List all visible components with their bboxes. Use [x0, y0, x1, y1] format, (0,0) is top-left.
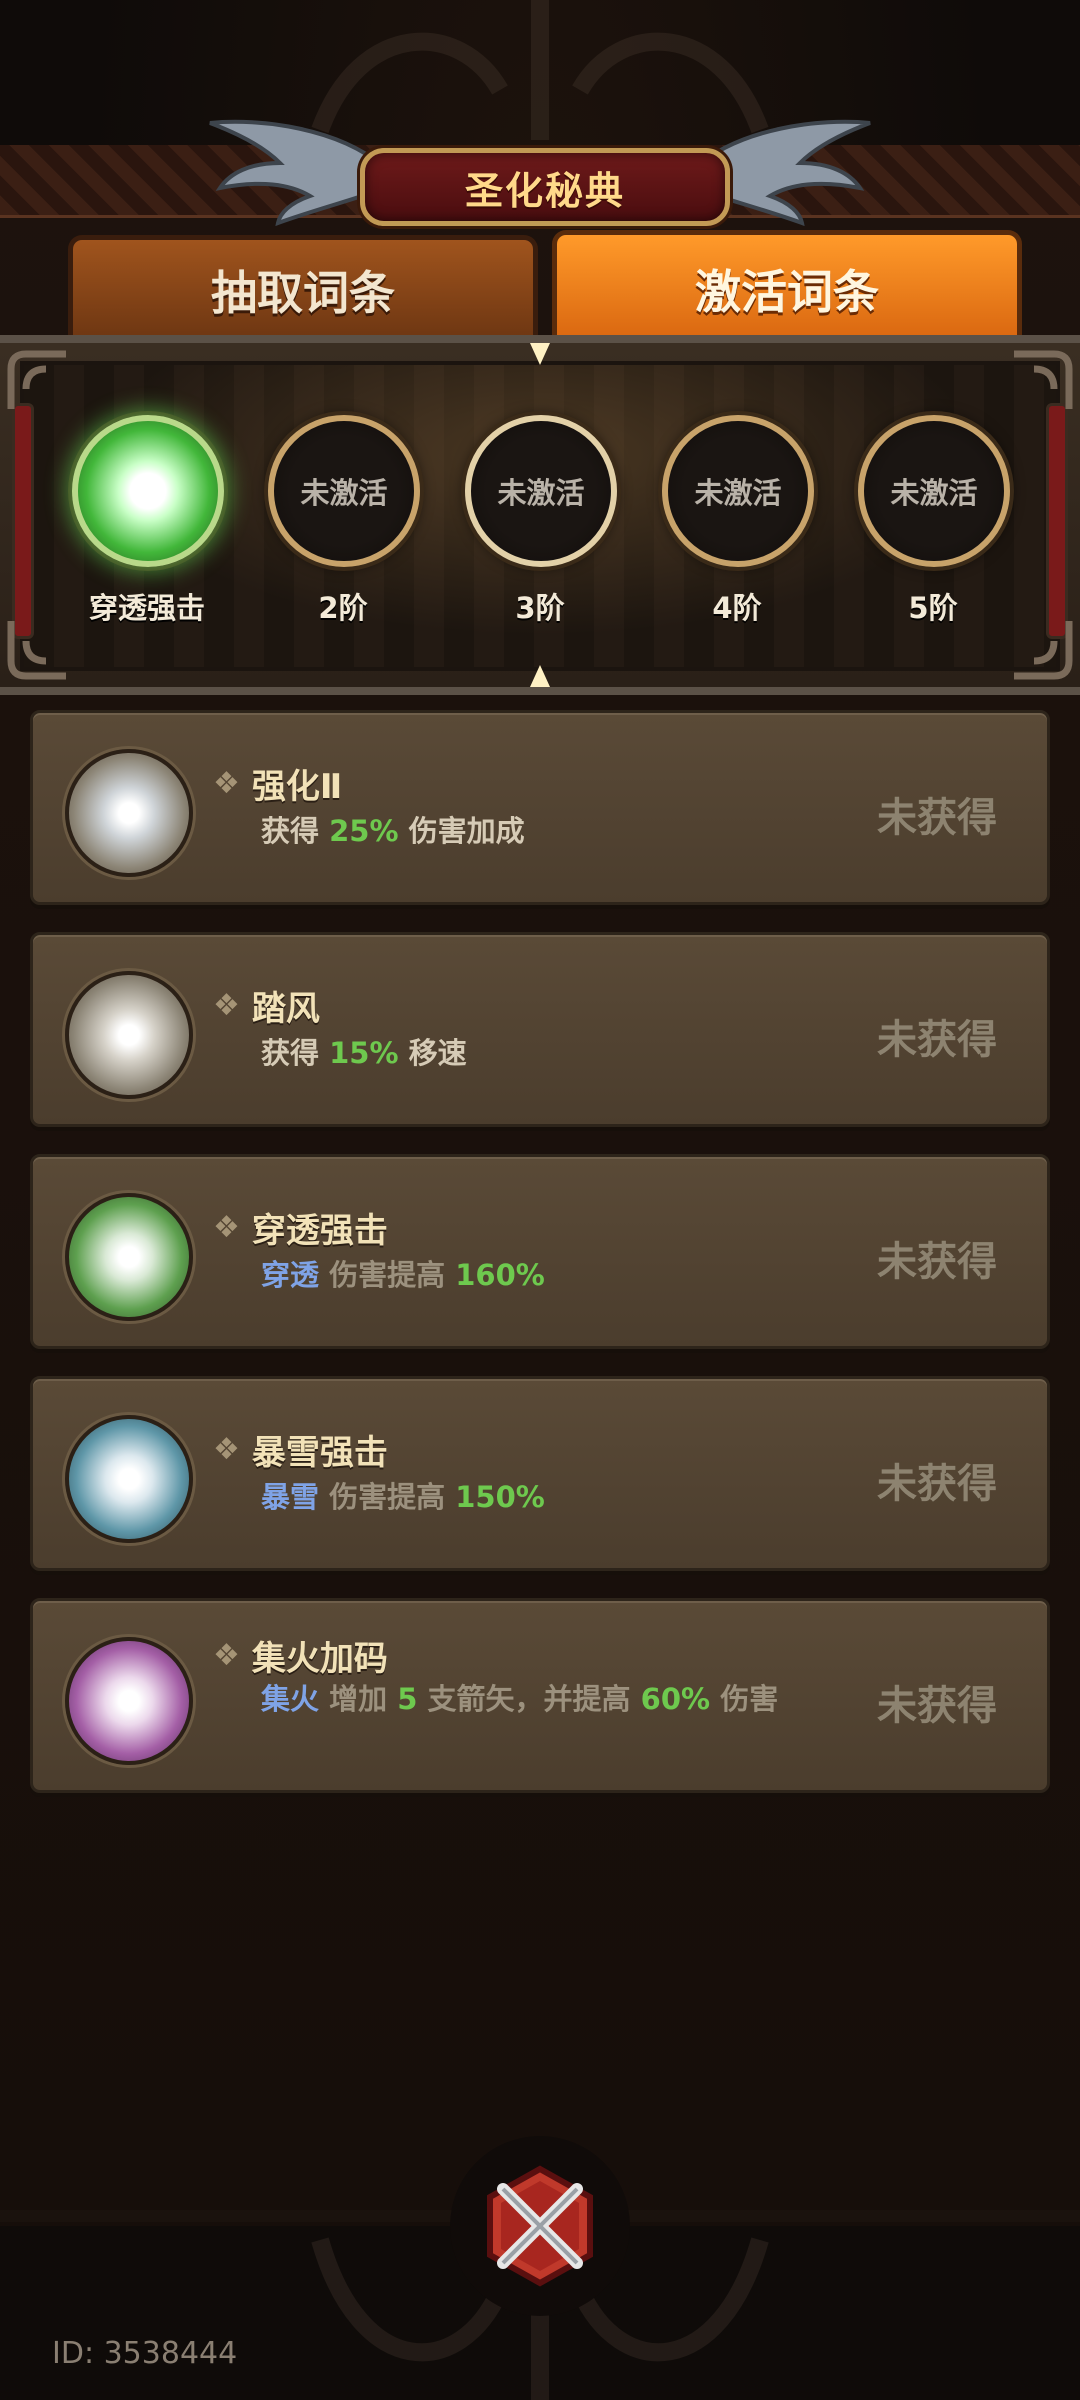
corner-ornament-icon: [1014, 621, 1073, 680]
diamond-icon: ❖: [213, 1210, 240, 1245]
diamond-icon: ❖: [213, 1638, 240, 1673]
entry-status: 未获得: [877, 1461, 997, 1507]
entry-title-row: ❖ 穿透强击: [213, 1203, 388, 1252]
green-orb-icon: [65, 1193, 193, 1321]
tier-4-medal: 未激活: [662, 415, 814, 567]
entry-card[interactable]: ❖ 穿透强击 穿透 伤害提高 160% 未获得: [30, 1154, 1050, 1349]
tier-3-medal-text: 未激活: [497, 476, 585, 510]
diamond-icon: ❖: [213, 1432, 240, 1467]
desc-text: 伤害: [720, 1682, 779, 1716]
tier-5-medal: 未激活: [858, 415, 1010, 567]
tier-4-label: 4阶: [712, 591, 762, 625]
grey-orb-icon: [65, 749, 193, 877]
tab-draw-entries-label: 抽取词条: [211, 266, 395, 320]
tier-2-label: 2阶: [318, 591, 368, 625]
entry-title-row: ❖ 强化Ⅱ: [213, 759, 342, 808]
tier-2[interactable]: 未激活 2阶: [268, 415, 420, 627]
entry-status: 未获得: [877, 1239, 997, 1285]
desc-value: 150%: [455, 1480, 545, 1514]
desc-value: 25%: [329, 814, 399, 848]
tier-3-label: 3阶: [515, 591, 565, 625]
desc-value: 60%: [640, 1682, 711, 1716]
entry-card[interactable]: ❖ 集火加码 集火 增加 5 支箭矢，并提高 60% 伤害 未获得: [30, 1598, 1050, 1793]
entry-name: 踏风: [251, 989, 320, 1029]
grey-orb-icon: [65, 971, 193, 1099]
desc-value: 160%: [455, 1258, 545, 1292]
close-button[interactable]: [450, 2136, 630, 2316]
blue-orb-icon: [65, 1415, 193, 1543]
tier-2-medal-text: 未激活: [300, 476, 388, 510]
title-banner: 圣化秘典: [200, 118, 880, 238]
entry-card[interactable]: ❖ 强化Ⅱ 获得 25% 伤害加成 未获得: [30, 710, 1050, 905]
desc-text: 伤害提高: [329, 1258, 446, 1292]
tab-draw-entries[interactable]: 抽取词条: [68, 235, 538, 340]
entry-description: 获得 25% 伤害加成: [261, 813, 831, 849]
entry-description: 获得 15% 移速: [261, 1035, 831, 1071]
entry-title-row: ❖ 踏风: [213, 981, 320, 1030]
entry-description: 集火 增加 5 支箭矢，并提高 60% 伤害: [261, 1681, 831, 1717]
diamond-icon: ❖: [213, 988, 240, 1023]
corner-ornament-icon: [1014, 350, 1073, 409]
desc-text: 伤害加成: [408, 814, 525, 848]
tier-1-label: 穿透强击: [88, 591, 205, 625]
desc-text: 伤害提高: [329, 1480, 446, 1514]
entry-name: 强化Ⅱ: [251, 767, 343, 807]
tier-2-medal: 未激活: [268, 415, 420, 567]
entry-status: 未获得: [877, 795, 997, 841]
desc-text: 获得: [261, 1036, 320, 1070]
tier-3[interactable]: 未激活 3阶: [465, 415, 617, 627]
tier-frame-right-bar: [1046, 403, 1068, 639]
desc-keyword: 集火: [261, 1682, 320, 1716]
desc-text: 移速: [408, 1036, 467, 1070]
tier-5[interactable]: 未激活 5阶: [858, 415, 1010, 627]
tier-1-medal: [72, 415, 224, 567]
page-title: 圣化秘典: [464, 168, 625, 213]
desc-keyword: 穿透: [261, 1258, 320, 1292]
desc-value: 5: [397, 1682, 418, 1716]
desc-value: 15%: [329, 1036, 399, 1070]
entry-status: 未获得: [877, 1017, 997, 1063]
entry-title-row: ❖ 暴雪强击: [213, 1425, 388, 1474]
corner-ornament-icon: [7, 350, 66, 409]
diamond-icon: ❖: [213, 766, 240, 801]
desc-text: 获得: [261, 814, 320, 848]
desc-keyword: 暴雪: [261, 1480, 320, 1514]
entry-card[interactable]: ❖ 暴雪强击 暴雪 伤害提高 150% 未获得: [30, 1376, 1050, 1571]
tier-1[interactable]: 穿透强击: [72, 415, 224, 627]
entry-description: 穿透 伤害提高 160%: [261, 1257, 831, 1293]
desc-text: 增加: [329, 1682, 388, 1716]
crossed-swords-icon: [487, 2165, 593, 2287]
tier-4[interactable]: 未激活 4阶: [662, 415, 814, 627]
entry-name: 暴雪强击: [251, 1433, 388, 1473]
entry-title-row: ❖ 集火加码: [213, 1631, 388, 1680]
entry-card[interactable]: ❖ 踏风 获得 15% 移速 未获得: [30, 932, 1050, 1127]
tab-activate-entries-label: 激活词条: [695, 265, 879, 319]
tier-3-medal: 未激活: [465, 415, 617, 567]
entry-name: 集火加码: [251, 1639, 388, 1679]
current-tier-top-marker-icon: [530, 343, 550, 365]
entry-description: 暴雪 伤害提高 150%: [261, 1479, 831, 1515]
desc-text: 支箭矢，并提高: [427, 1682, 631, 1716]
purple-orb-icon: [65, 1637, 193, 1765]
title-plaque: 圣化秘典: [360, 148, 730, 226]
tier-5-label: 5阶: [908, 591, 958, 625]
tier-5-medal-text: 未激活: [890, 476, 978, 510]
current-tier-bottom-marker-icon: [530, 665, 550, 687]
tier-frame-left-bar: [12, 403, 34, 639]
entry-status: 未获得: [877, 1683, 997, 1729]
player-id: ID: 3538444: [52, 2336, 238, 2371]
tab-activate-entries[interactable]: 激活词条: [552, 230, 1022, 343]
entry-name: 穿透强击: [251, 1211, 388, 1251]
tier-4-medal-text: 未激活: [694, 476, 782, 510]
